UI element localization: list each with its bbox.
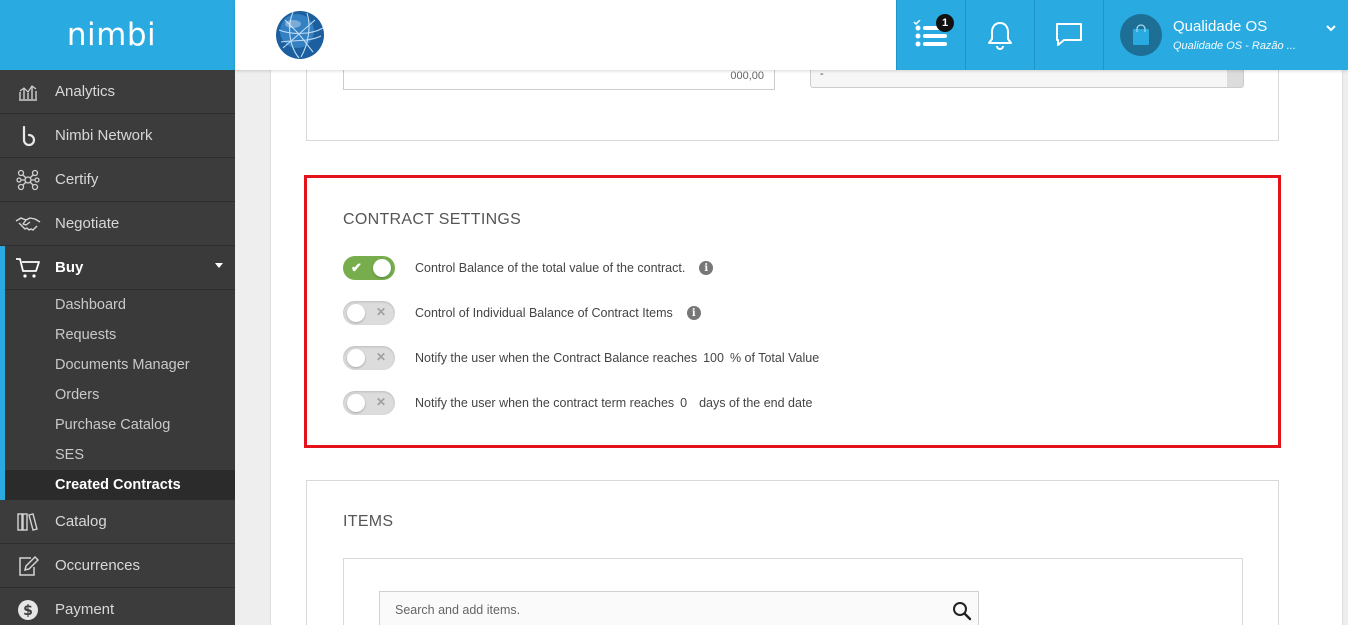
setting-label-before: Notify the user when the Contract Balanc… — [415, 351, 698, 365]
messages-button[interactable] — [1034, 0, 1103, 70]
sidebar-item-payment[interactable]: $ Payment — [0, 588, 235, 625]
sidebar-item-occurrences[interactable]: Occurrences — [0, 544, 235, 588]
items-title: ITEMS — [343, 513, 394, 530]
shopping-bag-icon — [1133, 24, 1149, 45]
logo-text: nimbi — [66, 17, 157, 53]
sidebar-subitem-requests[interactable]: Requests — [0, 320, 235, 350]
control-balance-toggle[interactable]: ✔ — [343, 256, 395, 280]
contract-settings-card: CONTRACT SETTINGS ✔ Control Balance of t… — [306, 176, 1279, 447]
user-info: Qualidade OS Qualidade OS - Razão ... — [1173, 18, 1296, 52]
sidebar-item-negotiate[interactable]: Negotiate — [0, 202, 235, 246]
handshake-icon — [0, 215, 55, 233]
amount-value: 000,00 — [730, 70, 764, 82]
x-icon: ✕ — [375, 350, 386, 364]
sidebar-item-analytics[interactable]: Analytics — [0, 70, 235, 114]
network-nodes-icon — [0, 169, 55, 191]
individual-balance-toggle[interactable]: ✕ — [343, 301, 395, 325]
contract-settings-title: CONTRACT SETTINGS — [343, 211, 522, 228]
user-company: Qualidade OS - Razão ... — [1173, 40, 1296, 52]
items-panel — [343, 558, 1243, 625]
avatar — [1120, 14, 1162, 56]
svg-text:$: $ — [23, 603, 33, 619]
toggle-knob — [347, 394, 365, 412]
select-arrow[interactable] — [1227, 70, 1243, 87]
content-column: 000,00 - CONTRACT SETTINGS ✔ Control Bal… — [270, 68, 1343, 625]
setting-row-individual-balance: ✕ Control of Individual Balance of Contr… — [343, 300, 701, 326]
toggle-knob — [373, 259, 391, 277]
main-content: 000,00 - CONTRACT SETTINGS ✔ Control Bal… — [235, 68, 1348, 625]
setting-row-notify-balance: ✕ Notify the user when the Contract Bala… — [343, 345, 819, 371]
balance-percent-value[interactable]: 100 — [703, 351, 724, 365]
sidebar-subitem-purchase-catalog[interactable]: Purchase Catalog — [0, 410, 235, 440]
sidebar-item-label: Payment — [55, 601, 115, 618]
amount-field[interactable]: 000,00 — [343, 70, 775, 90]
tasks-count-badge: 1 — [936, 14, 954, 32]
sidebar-subitem-dashboard[interactable]: Dashboard — [0, 290, 235, 320]
x-icon: ✕ — [375, 305, 386, 319]
bell-icon — [988, 22, 1012, 50]
setting-label: Control Balance of the total value of th… — [415, 261, 686, 275]
sidebar-item-certify[interactable]: Certify — [0, 158, 235, 202]
notifications-button[interactable] — [965, 0, 1034, 70]
sidebar-item-label: Negotiate — [55, 215, 120, 232]
cart-icon — [0, 257, 55, 279]
item-search-box — [379, 591, 979, 625]
setting-row-notify-term: ✕ Notify the user when the contract term… — [343, 390, 812, 416]
analytics-chart-icon — [0, 82, 55, 102]
nimbi-b-icon — [0, 125, 55, 147]
dollar-coin-icon: $ — [0, 599, 55, 621]
notify-term-toggle[interactable]: ✕ — [343, 391, 395, 415]
tasks-button[interactable]: 1 — [896, 0, 965, 70]
sidebar-item-label: Certify — [55, 171, 99, 188]
sidebar-item-label: Buy — [55, 259, 84, 276]
info-icon[interactable]: i — [699, 261, 714, 275]
books-icon — [0, 512, 55, 532]
edit-document-icon — [0, 555, 55, 577]
sidebar-item-nimbi-network[interactable]: Nimbi Network — [0, 114, 235, 158]
sidebar-item-label: Catalog — [55, 513, 107, 530]
check-icon: ✔ — [351, 260, 362, 275]
sidebar: nimbi Analytics Nimbi Network Certify Ne… — [0, 0, 235, 625]
contract-details-card: 000,00 - — [306, 68, 1279, 141]
sidebar-subitem-created-contracts[interactable]: Created Contracts — [0, 470, 235, 500]
chat-bubble-icon — [1056, 23, 1082, 46]
setting-label-after: % of Total Value — [729, 351, 820, 365]
sidebar-subitem-documents-manager[interactable]: Documents Manager — [0, 350, 235, 380]
notify-balance-toggle[interactable]: ✕ — [343, 346, 395, 370]
select-field[interactable]: - — [810, 68, 1244, 88]
user-menu[interactable]: Qualidade OS Qualidade OS - Razão ... — [1103, 0, 1348, 70]
nimbi-logo[interactable]: nimbi — [0, 0, 235, 70]
company-globe-logo[interactable] — [273, 8, 327, 62]
sidebar-subitem-ses[interactable]: SES — [0, 440, 235, 470]
sidebar-subitem-orders[interactable]: Orders — [0, 380, 235, 410]
items-card: ITEMS — [306, 480, 1279, 625]
toggle-knob — [347, 349, 365, 367]
setting-label: Control of Individual Balance of Contrac… — [415, 306, 673, 320]
x-icon: ✕ — [375, 395, 386, 409]
info-icon[interactable]: i — [686, 306, 701, 320]
toggle-knob — [347, 304, 365, 322]
caret-down-icon — [215, 263, 223, 268]
chevron-down-icon — [1326, 25, 1336, 32]
top-bar: 1 Qualidade OS Qualidade OS - Razão ... — [235, 0, 1348, 70]
setting-label-after: days of the end date — [699, 396, 813, 410]
sidebar-item-label: Analytics — [55, 83, 116, 100]
item-search-input[interactable] — [380, 592, 940, 625]
sidebar-item-catalog[interactable]: Catalog — [0, 500, 235, 544]
sidebar-item-label: Occurrences — [55, 557, 141, 574]
term-days-value[interactable]: 0 — [680, 396, 687, 410]
sidebar-item-buy[interactable]: Buy — [0, 246, 235, 290]
user-name: Qualidade OS — [1173, 18, 1268, 35]
search-icon[interactable] — [952, 601, 972, 621]
setting-label-before: Notify the user when the contract term r… — [415, 396, 675, 410]
buy-section: Buy Dashboard Requests Documents Manager… — [0, 246, 235, 500]
sidebar-item-label: Nimbi Network — [55, 127, 153, 144]
setting-row-control-balance: ✔ Control Balance of the total value of … — [343, 255, 714, 281]
